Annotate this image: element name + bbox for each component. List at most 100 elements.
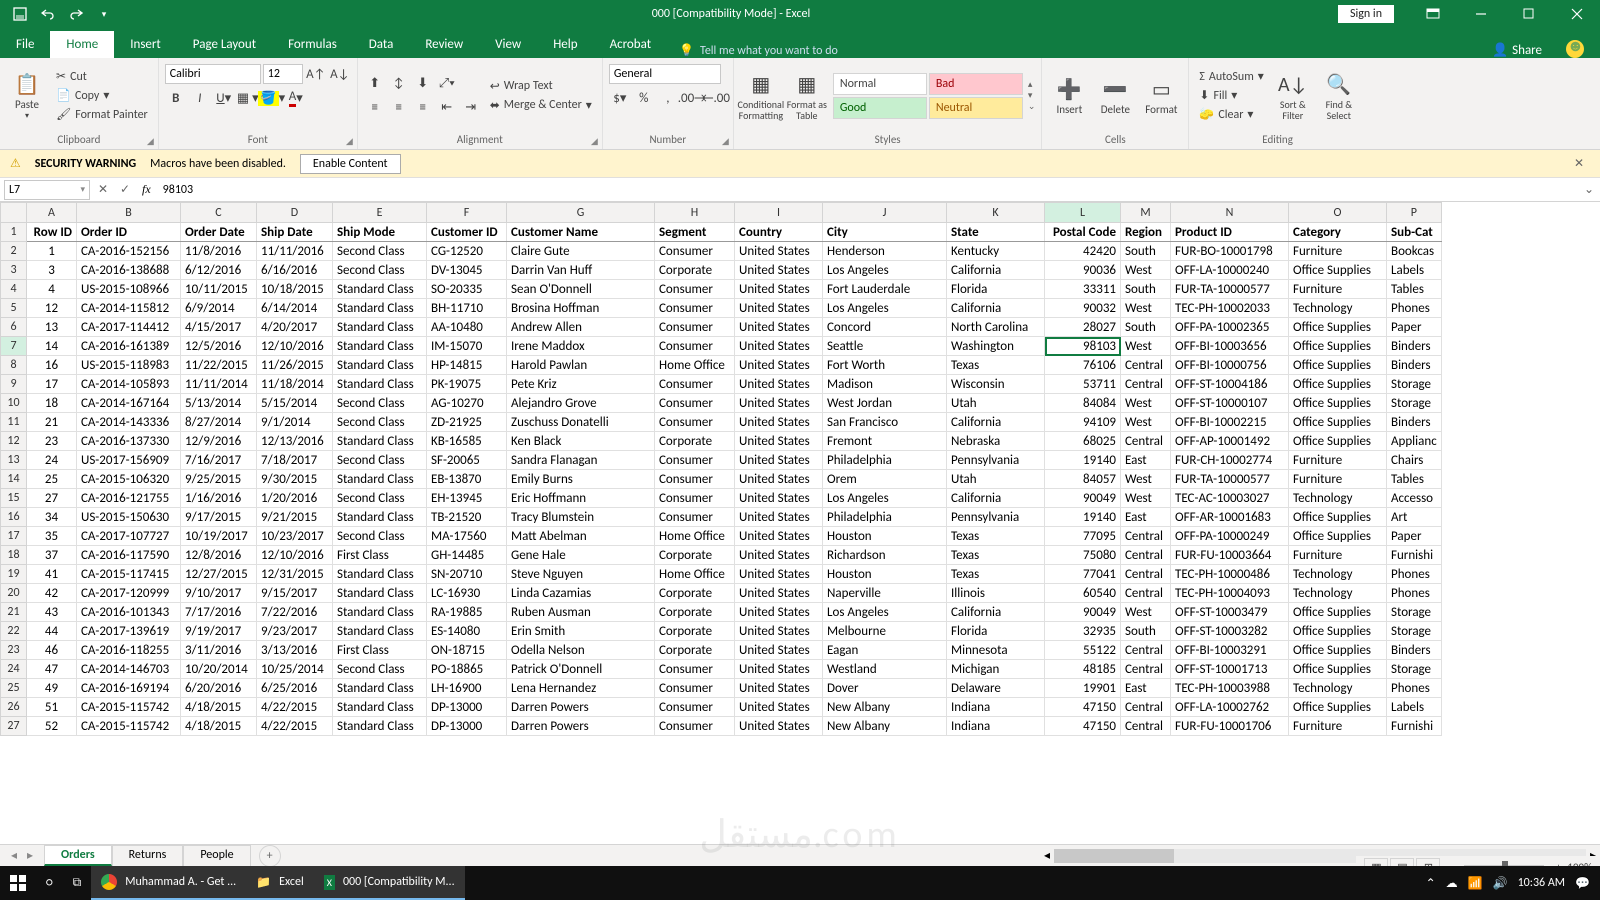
close-security-bar[interactable]: ✕ xyxy=(1568,156,1590,171)
cell-M2[interactable]: South xyxy=(1121,242,1171,261)
cell-C27[interactable]: 4/18/2015 xyxy=(181,717,257,736)
cell-K9[interactable]: Wisconsin xyxy=(947,375,1045,394)
cell-E21[interactable]: Standard Class xyxy=(333,603,427,622)
cell-K16[interactable]: Pennsylvania xyxy=(947,508,1045,527)
cell-M10[interactable]: West xyxy=(1121,394,1171,413)
cell-J4[interactable]: Fort Lauderdale xyxy=(823,280,947,299)
cell-L27[interactable]: 47150 xyxy=(1045,717,1121,736)
cell-P15[interactable]: Accesso xyxy=(1387,489,1442,508)
taskbar-folder[interactable]: 📁Excel xyxy=(246,866,314,900)
cell-I18[interactable]: United States xyxy=(735,546,823,565)
tray-volume-icon[interactable]: 🔊 xyxy=(1493,876,1508,891)
cell-D8[interactable]: 11/26/2015 xyxy=(257,356,333,375)
cell-P27[interactable]: Furnishi xyxy=(1387,717,1442,736)
cell-B4[interactable]: US-2015-108966 xyxy=(77,280,181,299)
style-neutral[interactable]: Neutral xyxy=(929,97,1023,119)
cell-P18[interactable]: Furnishi xyxy=(1387,546,1442,565)
cell-F20[interactable]: LC-16930 xyxy=(427,584,507,603)
cell-D17[interactable]: 10/23/2017 xyxy=(257,527,333,546)
clipboard-launcher[interactable]: ◢ xyxy=(147,136,154,147)
cell-F11[interactable]: ZD-21925 xyxy=(427,413,507,432)
header-cell[interactable]: Category xyxy=(1289,223,1387,242)
cell-D19[interactable]: 12/31/2015 xyxy=(257,565,333,584)
cell-I11[interactable]: United States xyxy=(735,413,823,432)
cell-I17[interactable]: United States xyxy=(735,527,823,546)
cell-N10[interactable]: OFF-ST-10000107 xyxy=(1171,394,1289,413)
cell-G5[interactable]: Brosina Hoffman xyxy=(507,299,655,318)
cell-P19[interactable]: Phones xyxy=(1387,565,1442,584)
cell-N4[interactable]: FUR-TA-10000577 xyxy=(1171,280,1289,299)
cell-E11[interactable]: Second Class xyxy=(333,413,427,432)
cell-B2[interactable]: CA-2016-152156 xyxy=(77,242,181,261)
cell-B8[interactable]: US-2015-118983 xyxy=(77,356,181,375)
cell-D26[interactable]: 4/22/2015 xyxy=(257,698,333,717)
col-header-G[interactable]: G xyxy=(507,203,655,223)
cell-K27[interactable]: Indiana xyxy=(947,717,1045,736)
fill-color-button[interactable]: 🪣▾ xyxy=(261,88,283,108)
row-header-15[interactable]: 15 xyxy=(1,489,27,508)
cell-H21[interactable]: Corporate xyxy=(655,603,735,622)
cell-H5[interactable]: Consumer xyxy=(655,299,735,318)
cell-A17[interactable]: 35 xyxy=(27,527,77,546)
cell-O15[interactable]: Technology xyxy=(1289,489,1387,508)
cell-G4[interactable]: Sean O'Donnell xyxy=(507,280,655,299)
enable-content-button[interactable]: Enable Content xyxy=(300,154,401,174)
cell-E25[interactable]: Standard Class xyxy=(333,679,427,698)
cell-L25[interactable]: 19901 xyxy=(1045,679,1121,698)
cell-F18[interactable]: GH-14485 xyxy=(427,546,507,565)
sheet-nav-last[interactable]: ▸ xyxy=(22,848,38,863)
col-header-O[interactable]: O xyxy=(1289,203,1387,223)
cell-M21[interactable]: West xyxy=(1121,603,1171,622)
row-header-8[interactable]: 8 xyxy=(1,356,27,375)
row-header-9[interactable]: 9 xyxy=(1,375,27,394)
cell-K2[interactable]: Kentucky xyxy=(947,242,1045,261)
select-all-corner[interactable] xyxy=(1,203,27,223)
cell-I14[interactable]: United States xyxy=(735,470,823,489)
cell-C13[interactable]: 7/16/2017 xyxy=(181,451,257,470)
cell-I15[interactable]: United States xyxy=(735,489,823,508)
cell-I4[interactable]: United States xyxy=(735,280,823,299)
cell-A11[interactable]: 21 xyxy=(27,413,77,432)
cell-B21[interactable]: CA-2016-101343 xyxy=(77,603,181,622)
row-header-22[interactable]: 22 xyxy=(1,622,27,641)
styles-scroll-down[interactable]: ▾ xyxy=(1028,90,1036,101)
cell-G10[interactable]: Alejandro Grove xyxy=(507,394,655,413)
increase-font-button[interactable]: A↑ xyxy=(305,64,327,84)
cell-C25[interactable]: 6/20/2016 xyxy=(181,679,257,698)
cell-H9[interactable]: Consumer xyxy=(655,375,735,394)
cell-M8[interactable]: Central xyxy=(1121,356,1171,375)
cell-H11[interactable]: Consumer xyxy=(655,413,735,432)
fill-button[interactable]: ⬇Fill ▾ xyxy=(1195,87,1267,104)
cell-M5[interactable]: West xyxy=(1121,299,1171,318)
cell-F25[interactable]: LH-16900 xyxy=(427,679,507,698)
cell-F9[interactable]: PK-19075 xyxy=(427,375,507,394)
cell-L15[interactable]: 90049 xyxy=(1045,489,1121,508)
cell-G9[interactable]: Pete Kriz xyxy=(507,375,655,394)
cell-D23[interactable]: 3/13/2016 xyxy=(257,641,333,660)
cell-C24[interactable]: 10/20/2014 xyxy=(181,660,257,679)
cell-L9[interactable]: 53711 xyxy=(1045,375,1121,394)
cell-E22[interactable]: Standard Class xyxy=(333,622,427,641)
cell-G25[interactable]: Lena Hernandez xyxy=(507,679,655,698)
cell-J8[interactable]: Fort Worth xyxy=(823,356,947,375)
cell-A24[interactable]: 47 xyxy=(27,660,77,679)
cell-H16[interactable]: Consumer xyxy=(655,508,735,527)
cell-O20[interactable]: Technology xyxy=(1289,584,1387,603)
cell-F22[interactable]: ES-14080 xyxy=(427,622,507,641)
font-color-button[interactable]: A▾ xyxy=(285,88,307,108)
cell-C22[interactable]: 9/19/2017 xyxy=(181,622,257,641)
cell-O25[interactable]: Technology xyxy=(1289,679,1387,698)
cell-A13[interactable]: 24 xyxy=(27,451,77,470)
cell-I5[interactable]: United States xyxy=(735,299,823,318)
cell-B16[interactable]: US-2015-150630 xyxy=(77,508,181,527)
cell-O24[interactable]: Office Supplies xyxy=(1289,660,1387,679)
cell-B12[interactable]: CA-2016-137330 xyxy=(77,432,181,451)
cell-G21[interactable]: Ruben Ausman xyxy=(507,603,655,622)
cell-E4[interactable]: Standard Class xyxy=(333,280,427,299)
header-cell[interactable]: Order ID xyxy=(77,223,181,242)
font-size-combo[interactable] xyxy=(263,64,303,84)
cell-I19[interactable]: United States xyxy=(735,565,823,584)
hscroll-left[interactable]: ◂ xyxy=(1040,848,1054,863)
cell-G26[interactable]: Darren Powers xyxy=(507,698,655,717)
cell-D22[interactable]: 9/23/2017 xyxy=(257,622,333,641)
